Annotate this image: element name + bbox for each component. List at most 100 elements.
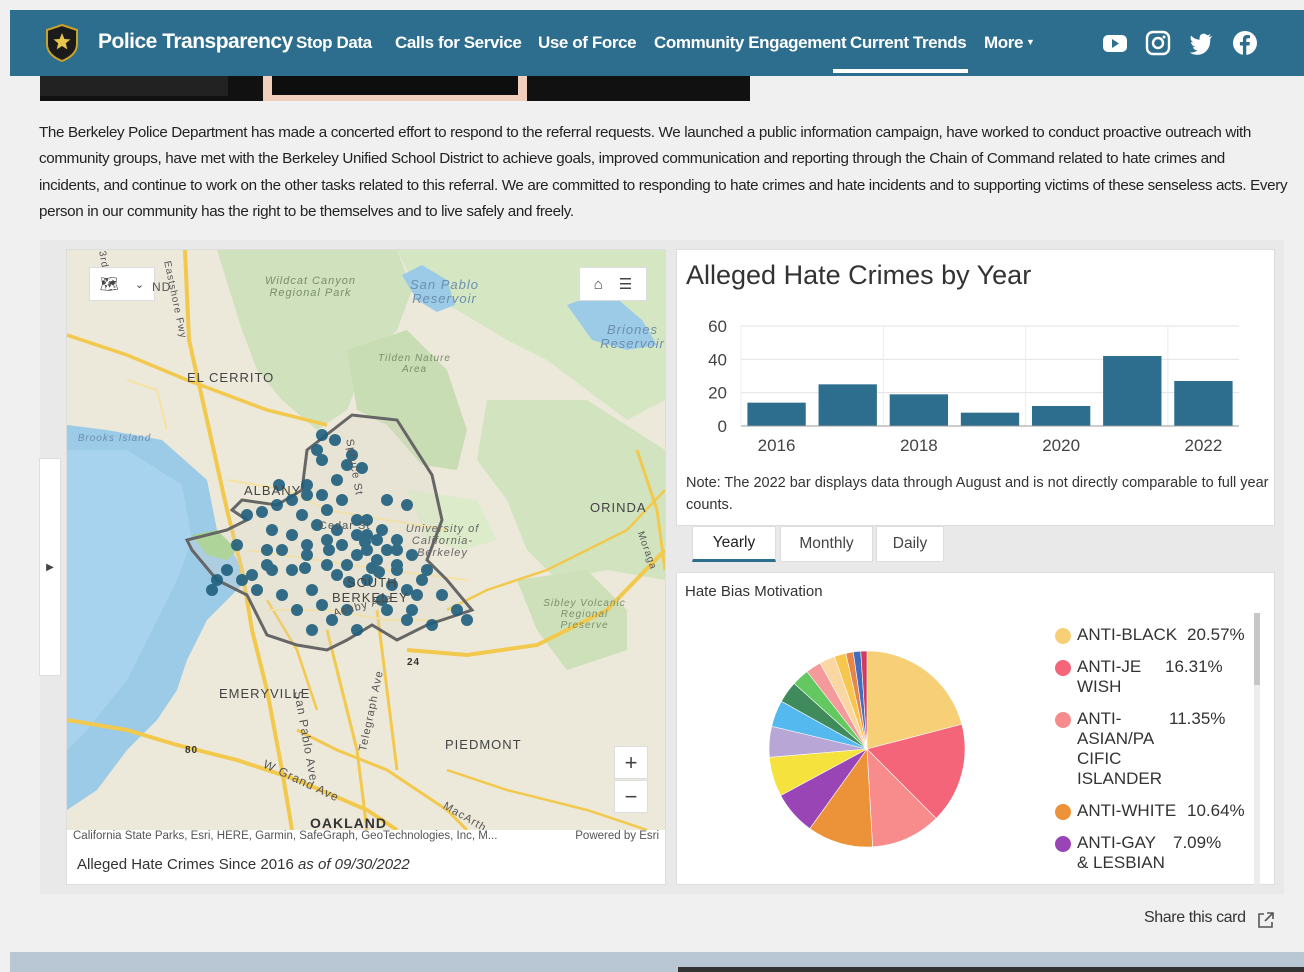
incident-marker[interactable] — [276, 544, 288, 556]
incident-marker[interactable] — [401, 499, 413, 511]
home-icon[interactable]: ⌂ — [594, 276, 603, 293]
incident-marker[interactable] — [346, 449, 358, 461]
incident-marker[interactable] — [231, 539, 243, 551]
incident-marker[interactable] — [331, 474, 343, 486]
incident-marker[interactable] — [329, 434, 341, 446]
nav-calls-for-service[interactable]: Calls for Service — [395, 33, 522, 53]
incident-marker[interactable] — [386, 579, 398, 591]
incident-marker[interactable] — [323, 544, 335, 556]
incident-marker[interactable] — [251, 584, 263, 596]
bar[interactable] — [818, 384, 877, 426]
incident-marker[interactable] — [301, 489, 313, 501]
facebook-icon[interactable] — [1232, 30, 1258, 56]
incident-marker[interactable] — [411, 589, 423, 601]
incident-marker[interactable] — [341, 604, 353, 616]
incident-marker[interactable] — [359, 536, 371, 548]
incident-marker[interactable] — [286, 529, 298, 541]
incident-marker[interactable] — [266, 564, 278, 576]
incident-marker[interactable] — [301, 549, 313, 561]
incident-marker[interactable] — [426, 619, 438, 631]
incident-marker[interactable] — [356, 462, 368, 474]
scrollbar-thumb[interactable] — [1254, 613, 1260, 685]
nav-more[interactable]: More ▼ — [984, 33, 1035, 53]
incident-marker[interactable] — [306, 624, 318, 636]
incident-marker[interactable] — [291, 604, 303, 616]
nav-current-trends[interactable]: Current Trends — [850, 33, 967, 53]
side-panel-toggle[interactable]: ▶ — [39, 458, 61, 676]
brand-title[interactable]: Police Transparency — [98, 30, 293, 54]
incident-marker[interactable] — [256, 506, 268, 518]
incident-marker[interactable] — [221, 564, 233, 576]
incident-marker[interactable] — [321, 559, 333, 571]
incident-marker[interactable] — [391, 559, 403, 571]
incident-marker[interactable] — [341, 559, 353, 571]
legend-item[interactable]: ANTI-JEWISH 16.31% — [1053, 657, 1253, 697]
legend-item[interactable]: ANTI-GAY & LESBIAN 7.09% — [1053, 833, 1253, 873]
tab-yearly[interactable]: Yearly — [692, 526, 776, 562]
legend-item[interactable]: ANTI-WHITE 10.64% — [1053, 801, 1253, 821]
incident-marker[interactable] — [436, 589, 448, 601]
bar[interactable] — [960, 412, 1020, 426]
incident-marker[interactable] — [241, 509, 253, 521]
incident-marker[interactable] — [336, 539, 348, 551]
instagram-icon[interactable] — [1145, 30, 1171, 56]
incident-marker[interactable] — [331, 524, 343, 536]
legend-list-icon[interactable]: ☰ — [619, 275, 632, 293]
incident-marker[interactable] — [299, 562, 311, 574]
incident-marker[interactable] — [321, 534, 333, 546]
zoom-in-button[interactable]: + — [614, 746, 648, 779]
incident-marker[interactable] — [451, 604, 463, 616]
incident-marker[interactable] — [461, 614, 473, 626]
nav-community-engagement[interactable]: Community Engagement — [654, 33, 847, 53]
incident-marker[interactable] — [316, 454, 328, 466]
nav-stop-data[interactable]: Stop Data — [296, 33, 372, 53]
zoom-out-button[interactable]: − — [614, 780, 648, 813]
share-card-link[interactable]: Share this card — [1144, 909, 1246, 927]
incident-marker[interactable] — [343, 576, 355, 588]
legend-item[interactable]: ANTI-BLACK 20.57% — [1053, 625, 1253, 645]
incident-marker[interactable] — [331, 569, 343, 581]
powered-by-esri[interactable]: Powered by Esri — [575, 830, 659, 842]
incident-marker[interactable] — [266, 524, 278, 536]
incident-marker[interactable] — [296, 509, 308, 521]
incident-marker[interactable] — [273, 479, 285, 491]
bar[interactable] — [747, 402, 806, 426]
incident-marker[interactable] — [361, 574, 373, 586]
incident-marker[interactable] — [376, 524, 388, 536]
incident-marker[interactable] — [261, 544, 273, 556]
incident-marker[interactable] — [246, 569, 258, 581]
bar[interactable] — [1103, 356, 1162, 426]
video-embed-strip[interactable] — [40, 76, 750, 101]
tab-daily[interactable]: Daily — [876, 526, 944, 562]
incident-marker[interactable] — [361, 514, 373, 526]
tab-monthly[interactable]: Monthly — [780, 526, 873, 562]
bar[interactable] — [1174, 381, 1233, 426]
incident-marker[interactable] — [321, 504, 333, 516]
incident-marker[interactable] — [306, 584, 318, 596]
incident-marker[interactable] — [336, 494, 348, 506]
incident-marker[interactable] — [286, 494, 298, 506]
incident-marker[interactable] — [271, 499, 283, 511]
incident-marker[interactable] — [286, 564, 298, 576]
youtube-icon[interactable] — [1102, 30, 1128, 56]
legend-scrollbar[interactable] — [1254, 613, 1260, 885]
incident-marker[interactable] — [311, 519, 323, 531]
bar[interactable] — [889, 394, 949, 426]
incident-marker[interactable] — [206, 584, 218, 596]
incident-marker[interactable] — [316, 489, 328, 501]
incident-marker[interactable] — [373, 566, 385, 578]
basemap-selector[interactable]: 🗺 ⌄ — [89, 267, 155, 301]
incident-marker[interactable] — [421, 564, 433, 576]
incident-marker[interactable] — [326, 614, 338, 626]
incident-marker[interactable] — [276, 589, 288, 601]
incident-marker[interactable] — [381, 544, 393, 556]
bar[interactable] — [1031, 406, 1091, 426]
incident-marker[interactable] — [351, 624, 363, 636]
incident-marker[interactable] — [401, 614, 413, 626]
incident-marker[interactable] — [316, 429, 328, 441]
incident-marker[interactable] — [316, 599, 328, 611]
twitter-icon[interactable] — [1188, 30, 1214, 56]
incident-marker[interactable] — [381, 604, 393, 616]
incident-marker[interactable] — [391, 534, 403, 546]
share-icon[interactable] — [1256, 910, 1276, 930]
